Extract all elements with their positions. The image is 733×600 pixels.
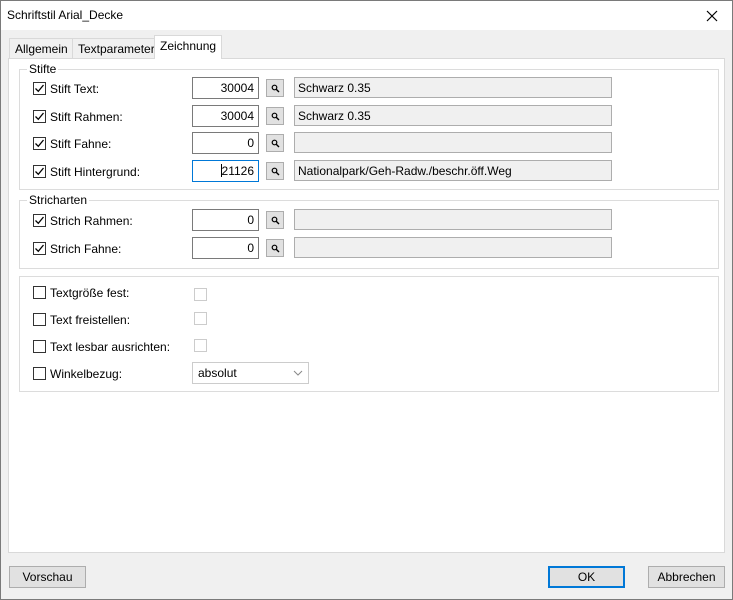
pick-button-stift-fahne[interactable] bbox=[266, 134, 284, 152]
label-textgroesse-fest: Textgröße fest: bbox=[50, 286, 130, 300]
label-stift-rahmen: Stift Rahmen: bbox=[50, 110, 123, 124]
desc-strich-rahmen bbox=[294, 209, 612, 230]
search-icon bbox=[271, 216, 279, 224]
group-stifte: Stifte Stift Text: 30004 Schwarz 0.35 St… bbox=[19, 62, 719, 190]
preview-button[interactable]: Vorschau bbox=[9, 566, 86, 588]
label-text-lesbar: Text lesbar ausrichten: bbox=[50, 340, 171, 354]
tab-label: Zeichnung bbox=[160, 39, 217, 53]
label-winkelbezug: Winkelbezug: bbox=[50, 367, 123, 381]
pick-button-stift-rahmen[interactable] bbox=[266, 107, 284, 125]
checkbox-strich-rahmen[interactable] bbox=[33, 214, 46, 227]
ok-button[interactable]: OK bbox=[548, 566, 625, 588]
checkbox-stift-hintergrund[interactable] bbox=[33, 165, 46, 178]
desc-stift-hintergrund: Nationalpark/Geh-Radw./beschr.öff.Weg bbox=[294, 160, 612, 181]
checkbox-textgroesse-fest[interactable] bbox=[33, 286, 46, 299]
desc-strich-fahne bbox=[294, 237, 612, 258]
pick-button-stift-hintergrund[interactable] bbox=[266, 162, 284, 180]
label-stift-text: Stift Text: bbox=[50, 82, 100, 96]
tab-panel-zeichnung: Stifte Stift Text: 30004 Schwarz 0.35 St… bbox=[8, 58, 725, 553]
checkmark-icon bbox=[35, 167, 45, 176]
checkbox-text-lesbar-value[interactable] bbox=[194, 339, 207, 352]
checkbox-stift-fahne[interactable] bbox=[33, 137, 46, 150]
desc-stift-rahmen: Schwarz 0.35 bbox=[294, 105, 612, 126]
label-strich-fahne: Strich Fahne: bbox=[50, 242, 122, 256]
pick-button-strich-fahne[interactable] bbox=[266, 239, 284, 257]
dialog-window: Schriftstil Arial_Decke Allgemein Textpa… bbox=[0, 0, 733, 600]
chevron-down-icon bbox=[293, 370, 303, 376]
label-strich-rahmen: Strich Rahmen: bbox=[50, 214, 133, 228]
checkbox-textgroesse-fest-value[interactable] bbox=[194, 288, 207, 301]
desc-stift-fahne bbox=[294, 132, 612, 153]
checkbox-stift-rahmen[interactable] bbox=[33, 110, 46, 123]
checkbox-stift-text[interactable] bbox=[33, 82, 46, 95]
input-strich-rahmen[interactable]: 0 bbox=[192, 209, 259, 231]
search-icon bbox=[271, 84, 279, 92]
label-stift-hintergrund: Stift Hintergrund: bbox=[50, 165, 141, 179]
tab-label: Textparameter bbox=[78, 42, 155, 56]
checkmark-icon bbox=[35, 244, 45, 253]
input-strich-fahne[interactable]: 0 bbox=[192, 237, 259, 259]
pick-button-strich-rahmen[interactable] bbox=[266, 211, 284, 229]
tab-zeichnung[interactable]: Zeichnung bbox=[154, 35, 223, 59]
search-icon bbox=[271, 139, 279, 147]
close-icon bbox=[706, 10, 718, 21]
cancel-button[interactable]: Abbrechen bbox=[648, 566, 725, 588]
select-value: absolut bbox=[198, 366, 237, 380]
checkbox-text-lesbar[interactable] bbox=[33, 340, 46, 353]
checkbox-strich-fahne[interactable] bbox=[33, 242, 46, 255]
search-icon bbox=[271, 244, 279, 252]
window-title: Schriftstil Arial_Decke bbox=[7, 8, 124, 22]
desc-stift-text: Schwarz 0.35 bbox=[294, 77, 612, 98]
tab-allgemein[interactable]: Allgemein bbox=[9, 38, 74, 58]
checkbox-winkelbezug[interactable] bbox=[33, 367, 46, 380]
label-text-freistellen: Text freistellen: bbox=[50, 313, 131, 327]
checkmark-icon bbox=[35, 84, 45, 93]
checkmark-icon bbox=[35, 112, 45, 121]
title-bar: Schriftstil Arial_Decke bbox=[1, 1, 732, 30]
close-button[interactable] bbox=[692, 1, 732, 30]
input-stift-hintergrund[interactable]: 21126 bbox=[192, 160, 259, 182]
pick-button-stift-text[interactable] bbox=[266, 79, 284, 97]
group-options: Textgröße fest: Text freistellen: Text l… bbox=[19, 276, 719, 392]
input-value: 21126 bbox=[221, 164, 254, 178]
checkbox-text-freistellen[interactable] bbox=[33, 313, 46, 326]
group-stricharten: Stricharten Strich Rahmen: 0 Strich Fahn… bbox=[19, 193, 719, 269]
group-title-stricharten: Stricharten bbox=[27, 193, 90, 207]
input-stift-rahmen[interactable]: 30004 bbox=[192, 105, 259, 127]
search-icon bbox=[271, 112, 279, 120]
tab-textparameter[interactable]: Textparameter bbox=[72, 38, 161, 58]
input-stift-fahne[interactable]: 0 bbox=[192, 132, 259, 154]
checkbox-text-freistellen-value[interactable] bbox=[194, 312, 207, 325]
group-title-stifte: Stifte bbox=[27, 62, 59, 76]
checkmark-icon bbox=[35, 139, 45, 148]
input-stift-text[interactable]: 30004 bbox=[192, 77, 259, 99]
checkmark-icon bbox=[35, 216, 45, 225]
tab-label: Allgemein bbox=[15, 42, 68, 56]
label-stift-fahne: Stift Fahne: bbox=[50, 137, 112, 151]
select-winkelbezug[interactable]: absolut bbox=[192, 362, 309, 384]
search-icon bbox=[271, 167, 279, 175]
